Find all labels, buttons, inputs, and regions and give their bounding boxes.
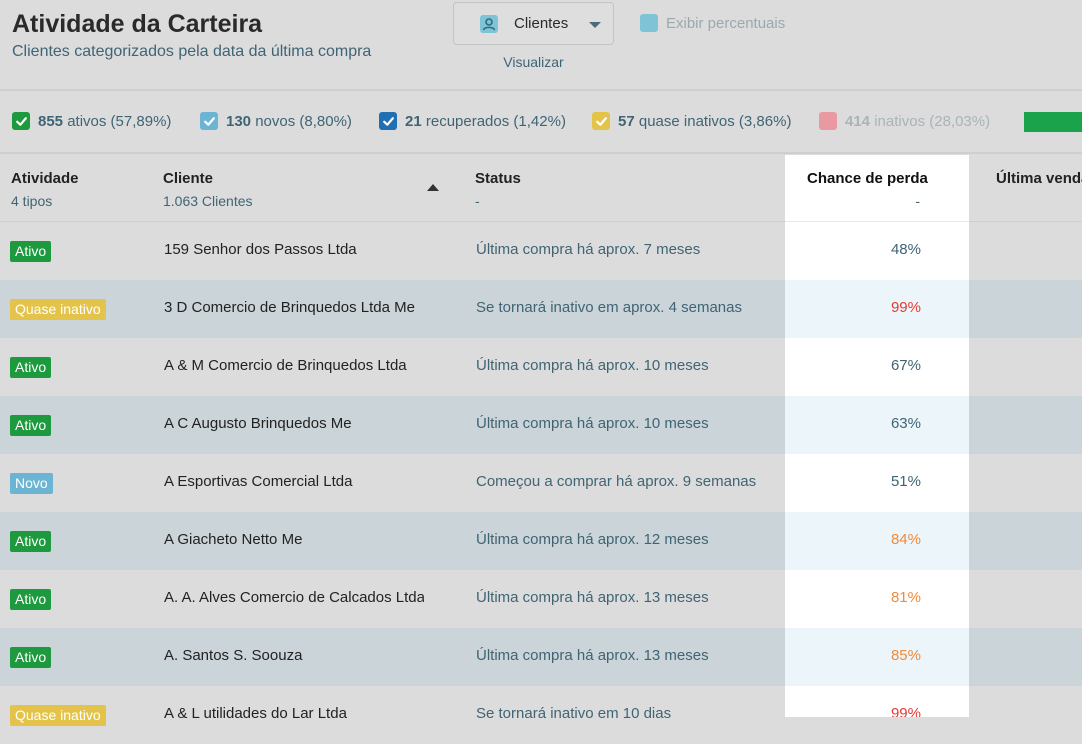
status-text: Última compra há aprox. 13 meses: [476, 589, 709, 606]
chance-value: 84%: [890, 531, 921, 548]
filter-novos[interactable]: 130 novos (8,80%): [200, 112, 352, 130]
checkbox-novos[interactable]: [200, 112, 218, 130]
chance-cell: 85%: [785, 628, 969, 686]
filter-ativos[interactable]: 855 ativos (57,89%): [12, 112, 171, 130]
chance-value: 99%: [890, 299, 921, 316]
page-title: Atividade da Carteira: [12, 10, 263, 38]
chance-value: 81%: [890, 589, 921, 606]
divider: [0, 89, 1082, 91]
activity-badge: Ativo: [10, 415, 52, 436]
sort-ascending-icon[interactable]: [427, 184, 439, 191]
chance-cell: 99%: [785, 686, 969, 717]
chance-value: 99%: [890, 705, 921, 717]
status-text: Última compra há aprox. 10 meses: [476, 415, 709, 432]
chance-value: 48%: [890, 241, 921, 258]
status-text: Se tornará inativo em aprox. 4 semanas: [476, 299, 742, 316]
column-sub-cliente: 1.063 Clientes: [163, 193, 253, 209]
filter-label: quase inativos (3,86%): [638, 112, 792, 130]
filter-label: inativos (28,03%): [874, 112, 991, 130]
checkbox-quase-inativos[interactable]: [592, 112, 610, 130]
status-text: Última compra há aprox. 7 meses: [476, 241, 701, 258]
filter-count: 414: [845, 112, 871, 130]
filter-inativos[interactable]: 414 inativos (28,03%): [819, 112, 990, 130]
activity-summary-bar: [1024, 112, 1082, 132]
activity-badge: Ativo: [10, 647, 52, 668]
divider: [0, 152, 1082, 154]
page-header: Atividade da Carteira Clientes categoriz…: [0, 0, 1082, 90]
status-text: Última compra há aprox. 12 meses: [476, 531, 709, 548]
view-select-label: Visualizar: [503, 54, 564, 70]
view-select[interactable]: Clientes: [453, 2, 614, 45]
client-name[interactable]: A. Santos S. Soouza: [164, 647, 424, 664]
status-text: Começou a comprar há aprox. 9 semanas: [476, 473, 757, 490]
percent-toggle[interactable]: Exibir percentuais: [640, 14, 785, 32]
activity-badge: Quase inativo: [10, 299, 106, 320]
chance-cell: 67%: [785, 338, 969, 396]
chance-value: 51%: [890, 473, 921, 490]
filter-label: recuperados (1,42%): [425, 112, 566, 130]
status-text: Última compra há aprox. 10 meses: [476, 357, 709, 374]
person-icon: [478, 13, 500, 35]
filter-label: novos (8,80%): [255, 112, 352, 130]
view-select-value: Clientes: [514, 15, 569, 32]
column-sub-status: -: [475, 193, 480, 209]
filter-count: 130: [226, 112, 252, 130]
filter-count: 21: [405, 112, 422, 130]
activity-badge: Ativo: [10, 241, 52, 262]
chance-value: 85%: [890, 647, 921, 664]
chance-column-header[interactable]: Chance de perda -: [785, 155, 969, 222]
checkbox-inativos[interactable]: [819, 112, 837, 130]
client-name[interactable]: A Giacheto Netto Me: [164, 531, 424, 548]
filter-count: 57: [618, 112, 635, 130]
column-sub-atividade: 4 tipos: [11, 193, 53, 209]
client-name[interactable]: A Esportivas Comercial Ltda: [164, 473, 424, 490]
activity-filters: 855 ativos (57,89%) 130 novos (8,80%) 21…: [0, 92, 1082, 152]
chance-column: Chance de perda - 48% 99% 67% 63% 51% 84…: [785, 155, 969, 717]
status-text: Se tornará inativo em 10 dias: [476, 705, 672, 722]
chance-cell: 81%: [785, 570, 969, 628]
client-name[interactable]: 159 Senhor dos Passos Ltda: [164, 241, 424, 258]
activity-badge: Ativo: [10, 589, 52, 610]
filter-label: ativos (57,89%): [67, 112, 172, 130]
column-header-cliente[interactable]: Cliente: [163, 170, 213, 187]
chance-cell: 48%: [785, 222, 969, 280]
filter-count: 855: [38, 112, 64, 130]
activity-badge: Ativo: [10, 357, 52, 378]
column-header-atividade[interactable]: Atividade: [11, 170, 79, 187]
client-name[interactable]: A. A. Alves Comercio de Calcados Ltda: [164, 589, 424, 606]
chance-value: 67%: [890, 357, 921, 374]
filter-quase-inativos[interactable]: 57 quase inativos (3,86%): [592, 112, 791, 130]
page-subtitle: Clientes categorizados pela data da últi…: [12, 43, 372, 60]
status-text: Última compra há aprox. 13 meses: [476, 647, 709, 664]
chance-cell: 84%: [785, 512, 969, 570]
column-sub-chance: -: [915, 193, 920, 209]
checkbox-ativos[interactable]: [12, 112, 30, 130]
activity-badge: Quase inativo: [10, 705, 106, 726]
client-name[interactable]: A & M Comercio de Brinquedos Ltda: [164, 357, 424, 374]
checkbox-recuperados[interactable]: [379, 112, 397, 130]
column-header-ultima-venda[interactable]: Última venda: [996, 170, 1082, 187]
percent-checkbox[interactable]: [640, 14, 658, 32]
chance-cell: 63%: [785, 396, 969, 454]
filter-recuperados[interactable]: 21 recuperados (1,42%): [379, 112, 566, 130]
client-name[interactable]: A & L utilidades do Lar Ltda: [164, 705, 424, 722]
chance-cell: 99%: [785, 280, 969, 338]
chance-value: 63%: [890, 415, 921, 432]
chance-cell: 51%: [785, 454, 969, 512]
activity-badge: Novo: [10, 473, 53, 494]
column-header-chance[interactable]: Chance de perda: [807, 170, 928, 187]
activity-badge: Ativo: [10, 531, 52, 552]
client-name[interactable]: A C Augusto Brinquedos Me: [164, 415, 424, 432]
chevron-down-icon: [589, 22, 601, 28]
client-name[interactable]: 3 D Comercio de Brinquedos Ltda Me: [164, 299, 424, 316]
percent-toggle-label: Exibir percentuais: [666, 14, 786, 32]
column-header-status[interactable]: Status: [475, 170, 521, 187]
